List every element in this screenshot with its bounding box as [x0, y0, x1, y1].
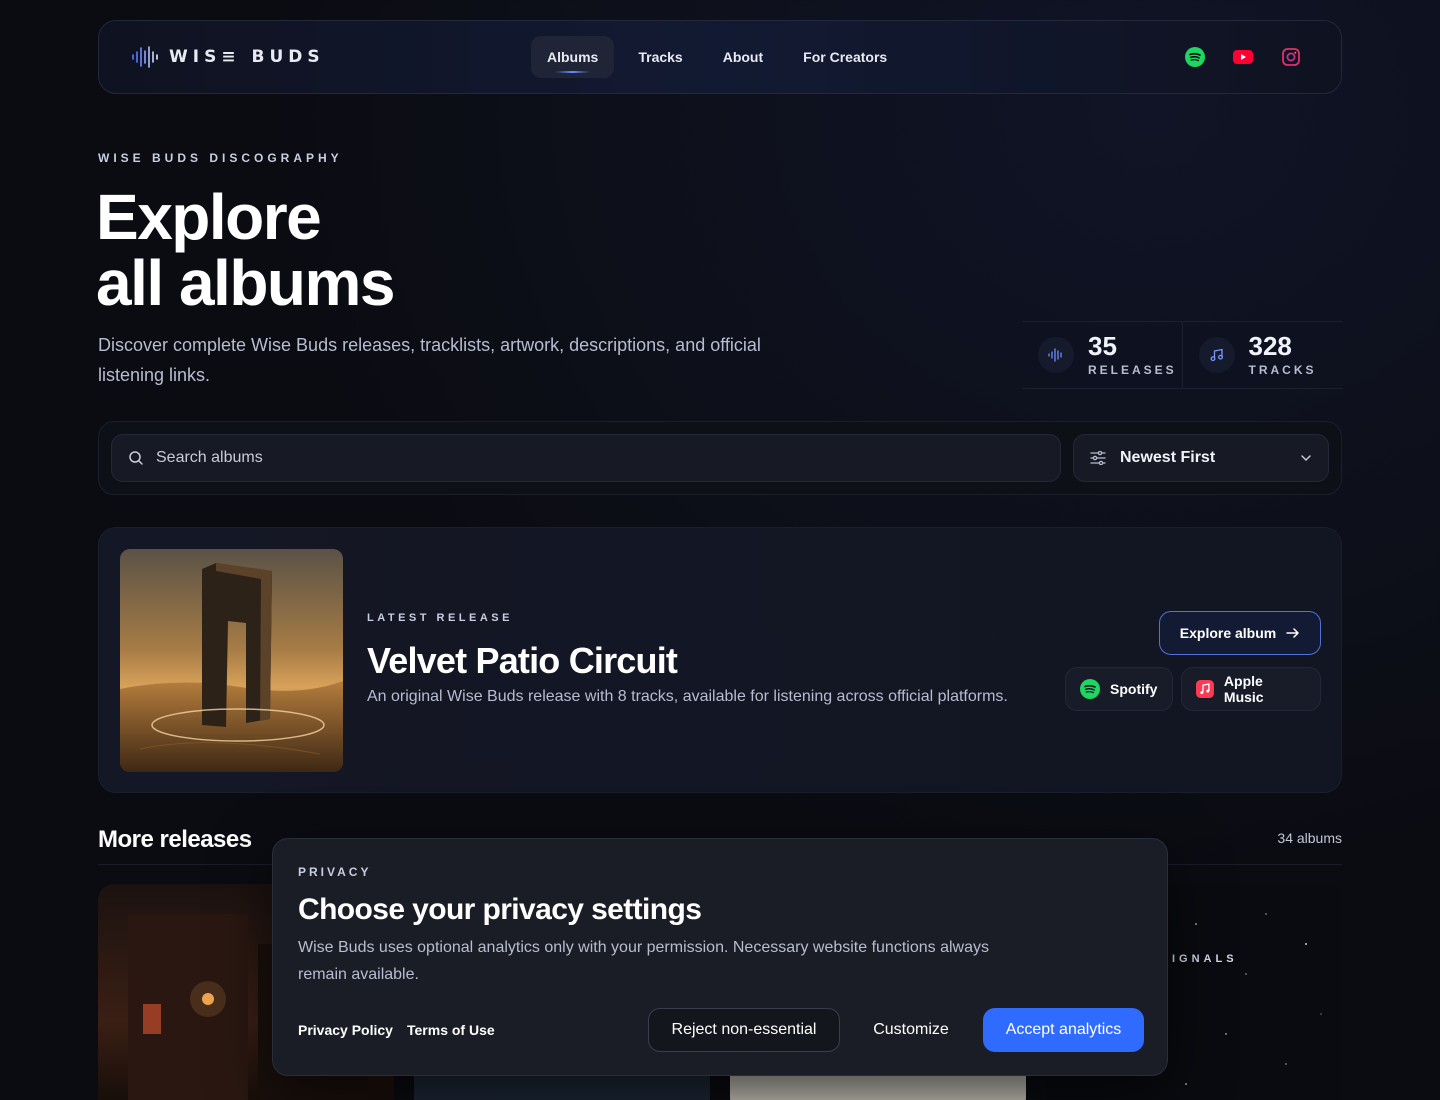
apple-music-button[interactable]: Apple Music — [1181, 667, 1321, 711]
arrow-right-icon — [1286, 628, 1299, 638]
nav-albums[interactable]: Albums — [531, 36, 615, 78]
privacy-policy-link[interactable]: Privacy Policy — [298, 1022, 393, 1038]
privacy-text: Wise Buds uses optional analytics only w… — [298, 939, 989, 983]
albums-count: 34 albums — [1277, 830, 1342, 846]
sort-selected-value: Newest First — [1120, 449, 1216, 466]
reject-non-essential-button[interactable]: Reject non-essential — [648, 1008, 840, 1052]
nav-for-creators[interactable]: For Creators — [787, 36, 903, 78]
social-links — [1185, 47, 1309, 67]
site-header: WIS≡ BUDS Albums Tracks About For Creato… — [98, 20, 1342, 94]
accept-analytics-button[interactable]: Accept analytics — [983, 1008, 1144, 1052]
spotify-icon — [1080, 679, 1100, 699]
releases-label: RELEASES — [1088, 363, 1177, 377]
privacy-dialog: PRIVACY Choose your privacy settings Wis… — [272, 838, 1168, 1076]
latest-release-eyebrow: LATEST RELEASE — [367, 612, 513, 624]
page-title-line-1: Explore — [96, 181, 322, 253]
page-title: Explore all albums — [96, 181, 396, 319]
main-nav: Albums Tracks About For Creators — [531, 36, 903, 78]
page-title-line-2: all albums — [96, 247, 396, 319]
customize-button[interactable]: Customize — [856, 1008, 966, 1052]
latest-release-title[interactable]: Velvet Patio Circuit — [367, 640, 678, 682]
album-cover[interactable] — [120, 549, 343, 772]
discography-eyebrow: WISE BUDS DISCOGRAPHY — [98, 151, 343, 165]
search-box[interactable] — [111, 434, 1061, 482]
search-input[interactable] — [156, 449, 1036, 467]
latest-release-card: LATEST RELEASE Velvet Patio Circuit An o… — [98, 527, 1342, 793]
nav-tracks[interactable]: Tracks — [622, 36, 698, 78]
youtube-icon[interactable] — [1233, 47, 1253, 67]
sort-select[interactable]: Newest First — [1073, 434, 1329, 482]
brand-name: WIS≡ BUDS — [169, 47, 325, 67]
explore-album-button[interactable]: Explore album — [1159, 611, 1321, 655]
chevron-down-icon — [1301, 455, 1311, 462]
stat-tracks: 328 TRACKS — [1181, 322, 1343, 388]
latest-release-description: An original Wise Buds release with 8 tra… — [367, 688, 1008, 705]
releases-count: 35 — [1088, 331, 1117, 361]
music-note-icon — [1198, 337, 1235, 373]
search-icon — [129, 451, 143, 465]
sliders-icon — [1090, 451, 1106, 465]
privacy-eyebrow: PRIVACY — [298, 865, 372, 879]
waveform-logo-icon — [132, 46, 158, 68]
terms-of-use-link[interactable]: Terms of Use — [407, 1022, 495, 1038]
tracks-label: TRACKS — [1248, 363, 1317, 377]
filter-toolbar: Newest First — [98, 421, 1342, 495]
spotify-button[interactable]: Spotify — [1065, 667, 1173, 711]
nav-about[interactable]: About — [707, 36, 779, 78]
stats-panel: 35 RELEASES 328 TRACKS — [1022, 321, 1342, 389]
page-subtitle: Discover complete Wise Buds releases, tr… — [98, 335, 761, 385]
waveform-icon — [1038, 337, 1074, 373]
stat-releases: 35 RELEASES — [1022, 322, 1182, 388]
explore-album-label: Explore album — [1179, 625, 1277, 641]
spotify-icon[interactable] — [1185, 47, 1205, 67]
privacy-title: Choose your privacy settings — [298, 893, 702, 926]
apple-music-icon — [1196, 680, 1214, 698]
spotify-label: Spotify — [1110, 681, 1158, 697]
more-releases-title: More releases — [98, 826, 252, 853]
instagram-icon[interactable] — [1281, 47, 1301, 67]
apple-music-label: Apple Music — [1223, 673, 1264, 705]
tracks-count: 328 — [1248, 331, 1292, 361]
album-card-partial-label: IGNALS — [1172, 953, 1238, 965]
brand-logo[interactable]: WIS≡ BUDS — [131, 46, 531, 68]
